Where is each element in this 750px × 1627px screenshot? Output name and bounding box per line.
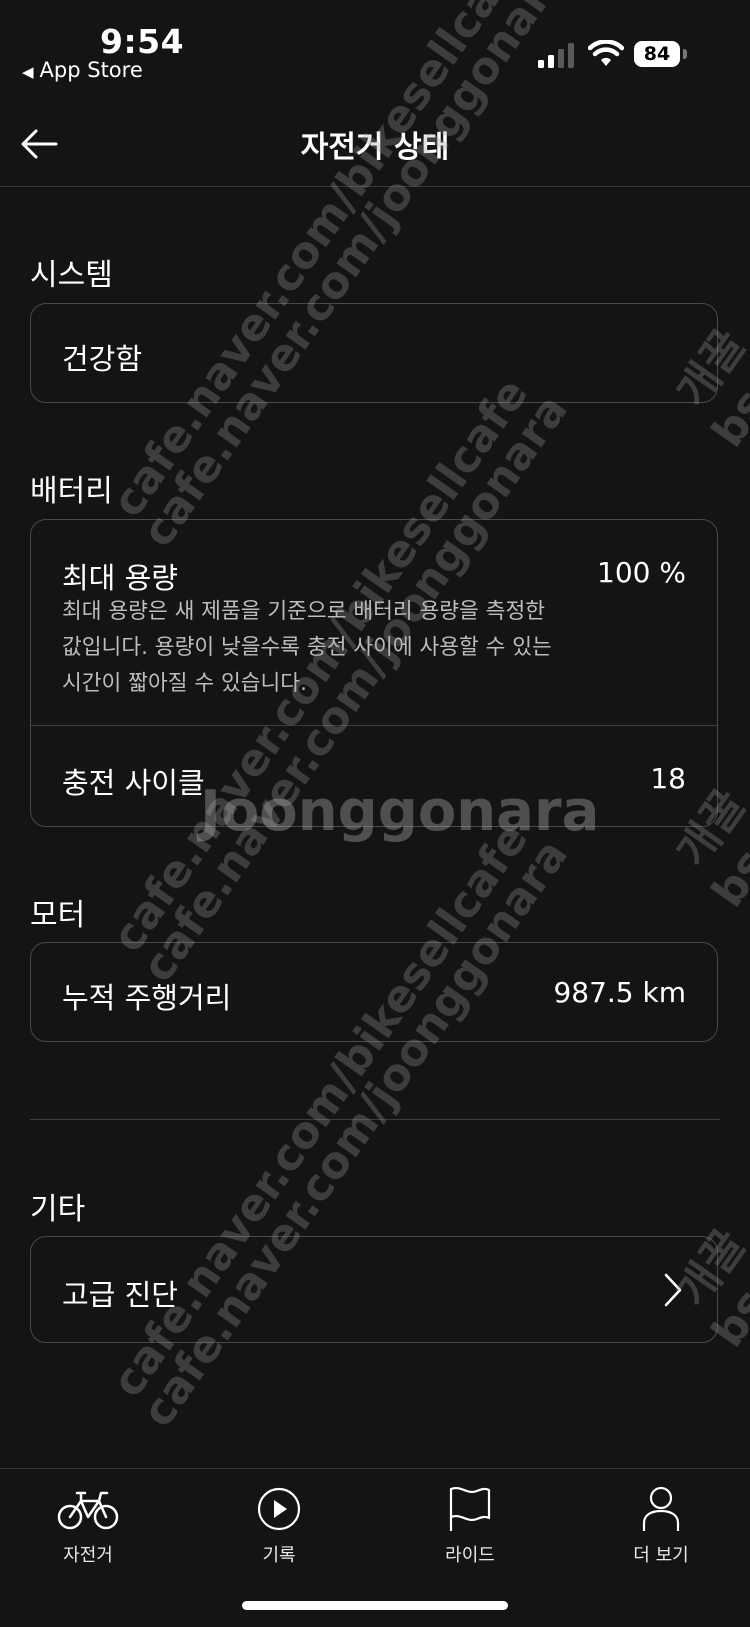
advanced-diagnostics-row[interactable]: 고급 진단 [30,1236,718,1343]
watermark-text: bs [702,840,750,917]
card-divider [31,725,717,726]
back-triangle-icon: ◀ [22,63,34,81]
tab-label: 기록 [262,1545,296,1566]
max-capacity-value: 100 % [597,556,686,589]
system-status-value: 건강함 [62,342,143,376]
person-icon [642,1486,680,1531]
battery-card: 최대 용량 100 % 최대 용량은 새 제품을 기준으로 배터리 용량을 측정… [30,519,718,827]
status-time: 9:54 [100,22,185,61]
charge-cycles-label: 충전 사이클 [62,766,205,800]
watermark-text: cafe.naver.com/joonggonara [132,830,578,1436]
max-capacity-description: 최대 용량은 새 제품을 기준으로 배터리 용량을 측정한 값입니다. 용량이 … [62,594,642,702]
battery-indicator: 84 [634,41,680,67]
back-to-app-store-link[interactable]: ◀ App Store [22,58,143,82]
tab-bicycle[interactable]: 자전거 [18,1483,158,1567]
odometer-value: 987.5 km [553,976,686,1009]
back-app-label: App Store [39,58,143,82]
section-title-motor: 모터 [30,898,86,933]
tab-label: 더 보기 [633,1545,689,1566]
description-line: 최대 용량은 새 제품을 기준으로 배터리 용량을 측정한 [62,599,546,624]
system-status-card: 건강함 [30,303,718,403]
battery-cap [683,49,687,59]
play-circle-icon [257,1487,301,1531]
description-line: 시간이 짧아질 수 있습니다. [62,671,307,696]
motor-card: 누적 주행거리 987.5 km [30,942,718,1042]
section-title-other: 기타 [30,1192,86,1227]
page-title: 자전거 상태 [300,130,450,165]
tab-records[interactable]: 기록 [209,1483,349,1567]
tab-ride[interactable]: 라이드 [400,1483,540,1567]
flag-icon [449,1487,491,1531]
chevron-right-icon [664,1273,682,1307]
cellular-signal-icon [538,43,574,68]
wifi-icon [588,40,624,66]
tab-label: 자전거 [63,1545,113,1566]
max-capacity-label: 최대 용량 [62,561,178,595]
nav-bar: 자전거 상태 [0,100,750,187]
section-title-battery: 배터리 [30,474,113,509]
description-line: 값입니다. 용량이 낮을수록 충전 사이에 사용할 수 있는 [62,635,552,660]
section-divider [30,1119,720,1120]
status-bar: 9:54 ◀ App Store 84 [0,0,750,90]
odometer-label: 누적 주행거리 [62,981,232,1015]
tab-label: 라이드 [445,1545,495,1566]
bicycle-icon [57,1491,119,1530]
tab-more[interactable]: 더 보기 [591,1483,731,1567]
section-title-system: 시스템 [30,258,113,293]
advanced-diagnostics-label: 고급 진단 [62,1278,178,1312]
home-indicator [242,1601,508,1610]
charge-cycles-value: 18 [650,762,686,795]
